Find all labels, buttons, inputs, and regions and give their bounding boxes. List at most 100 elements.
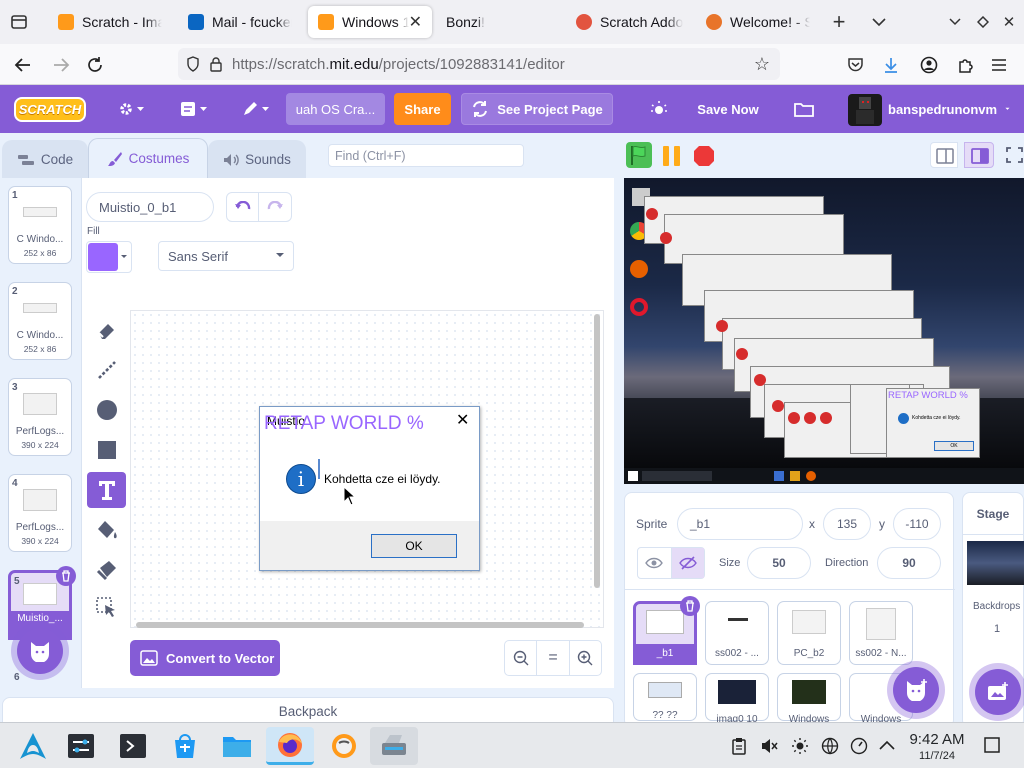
show-eye-icon[interactable] bbox=[638, 548, 671, 578]
canvas-horizontal-scrollbar[interactable] bbox=[136, 622, 584, 628]
close-window-icon[interactable]: ✕ bbox=[996, 9, 1022, 35]
undo-button[interactable] bbox=[227, 193, 260, 221]
text-tool-selected[interactable] bbox=[87, 472, 126, 508]
system-tray-chevron-up-icon[interactable] bbox=[878, 739, 896, 751]
back-arrow-icon[interactable] bbox=[10, 52, 36, 78]
reload-icon[interactable] bbox=[82, 52, 108, 78]
close-tab-icon[interactable]: ✕ bbox=[409, 12, 422, 32]
sprite-name-input[interactable]: _b1 bbox=[677, 508, 803, 540]
disk-app-icon[interactable] bbox=[322, 727, 366, 765]
tab-scratch-image[interactable]: Scratch - Ima bbox=[48, 6, 172, 38]
sprite-tile[interactable]: Windows bbox=[777, 673, 841, 725]
scratch-logo[interactable]: SCRATCH bbox=[14, 97, 86, 122]
zoom-in-icon[interactable] bbox=[570, 641, 601, 675]
url-bar[interactable]: https://scratch. mit.edu/projects/1092883… bbox=[178, 48, 780, 80]
project-title-input[interactable]: uah OS Cra... bbox=[286, 93, 385, 125]
file-manager-icon[interactable] bbox=[218, 727, 256, 765]
bookmark-star-icon[interactable]: ☆ bbox=[754, 54, 770, 75]
list-all-tabs-icon[interactable] bbox=[6, 9, 32, 35]
fullscreen-icon[interactable] bbox=[1004, 144, 1024, 166]
file-menu-icon[interactable] bbox=[174, 93, 212, 125]
edit-menu-icon[interactable] bbox=[236, 93, 274, 125]
stage-canvas[interactable]: RETAP WORLD % Kohdetta cze ei löydy. OK bbox=[624, 178, 1024, 484]
share-button[interactable]: Share bbox=[394, 93, 451, 125]
zoom-out-icon[interactable] bbox=[505, 641, 536, 675]
tab-scratch-addons[interactable]: Scratch Addo bbox=[566, 6, 694, 38]
scanner-app-icon[interactable] bbox=[370, 727, 418, 765]
convert-to-vector-button[interactable]: Convert to Vector bbox=[130, 640, 280, 676]
eraser-tool[interactable] bbox=[91, 314, 123, 346]
sprite-tile[interactable]: ss002 - ... bbox=[705, 601, 769, 665]
delete-sprite-button[interactable] bbox=[680, 596, 700, 616]
software-store-icon[interactable] bbox=[166, 727, 204, 765]
costume-item[interactable]: 1 C Windo... 252 x 86 bbox=[8, 186, 72, 264]
tab-bonzi[interactable]: Bonzi! bbox=[436, 6, 560, 38]
tab-windows-active[interactable]: Windows 1 ✕ bbox=[308, 6, 432, 38]
brightness-icon[interactable] bbox=[791, 737, 809, 755]
tab-overflow-chevron-icon[interactable] bbox=[866, 9, 892, 35]
new-tab-icon[interactable]: + bbox=[826, 9, 852, 35]
canvas-vertical-scrollbar[interactable] bbox=[594, 314, 600, 588]
save-now-button[interactable]: Save Now bbox=[692, 93, 764, 125]
clock-date[interactable]: 11/7/24 bbox=[904, 750, 970, 762]
maximize-window-icon[interactable] bbox=[970, 9, 996, 35]
tab-mail[interactable]: Mail - fcucker bbox=[178, 6, 302, 38]
downloads-icon[interactable] bbox=[878, 52, 904, 78]
sprite-tile[interactable]: imag0 10 bbox=[705, 673, 769, 725]
reshape-tool[interactable] bbox=[91, 554, 123, 586]
line-tool[interactable] bbox=[91, 354, 123, 386]
font-select[interactable]: Sans Serif bbox=[158, 241, 294, 271]
shield-icon[interactable] bbox=[186, 56, 200, 72]
rectangle-tool[interactable] bbox=[91, 434, 123, 466]
network-globe-icon[interactable] bbox=[821, 737, 839, 755]
clipboard-icon[interactable] bbox=[732, 737, 746, 755]
circle-tool[interactable] bbox=[91, 394, 123, 426]
y-input[interactable]: -110 bbox=[893, 508, 941, 540]
clock-time[interactable]: 9:42 AM bbox=[904, 731, 970, 748]
volume-muted-icon[interactable] bbox=[760, 737, 778, 755]
my-stuff-folder-icon[interactable] bbox=[786, 93, 822, 125]
delete-costume-button[interactable] bbox=[56, 566, 76, 586]
theme-lightbulb-icon[interactable] bbox=[642, 93, 676, 125]
sprite-tile[interactable]: PC_b2 bbox=[777, 601, 841, 665]
terminal-app-icon[interactable] bbox=[114, 727, 152, 765]
pocket-icon[interactable] bbox=[842, 52, 868, 78]
choose-backdrop-button[interactable] bbox=[975, 669, 1021, 715]
see-project-page-button[interactable]: See Project Page bbox=[461, 93, 613, 125]
settings-gear-icon[interactable] bbox=[112, 93, 150, 125]
tab-costumes[interactable]: Costumes bbox=[88, 138, 208, 178]
costume-item[interactable]: 4 PerfLogs... 390 x 224 bbox=[8, 474, 72, 552]
costume-item[interactable]: 2 C Windo... 252 x 86 bbox=[8, 282, 72, 360]
find-input[interactable]: Find (Ctrl+F) bbox=[328, 144, 524, 167]
forward-arrow-icon[interactable] bbox=[48, 52, 74, 78]
direction-input[interactable]: 90 bbox=[877, 547, 941, 579]
minimize-window-icon[interactable] bbox=[942, 9, 968, 35]
costume-dialog-artwork[interactable]: Muistio RETAP WORLD % ✕ i Kohdetta cze e… bbox=[259, 406, 480, 571]
size-input[interactable]: 50 bbox=[747, 547, 811, 579]
choose-costume-button[interactable] bbox=[17, 628, 63, 674]
pause-button[interactable] bbox=[660, 144, 684, 168]
avatar[interactable] bbox=[848, 94, 882, 126]
tab-code[interactable]: Code bbox=[2, 140, 88, 178]
green-flag-button[interactable] bbox=[626, 142, 652, 168]
costume-name-input[interactable]: Muistio_0_b1 bbox=[86, 192, 214, 222]
account-menu[interactable]: banspedrunonvm bbox=[888, 93, 1010, 125]
lock-icon[interactable] bbox=[210, 56, 222, 72]
select-tool[interactable] bbox=[91, 592, 123, 624]
redo-button[interactable] bbox=[259, 193, 291, 221]
small-stage-button[interactable] bbox=[930, 142, 958, 168]
sprite-tile[interactable]: ss002 - N... bbox=[849, 601, 913, 665]
extensions-puzzle-icon[interactable] bbox=[952, 52, 978, 78]
backpack-header[interactable]: Backpack bbox=[2, 697, 614, 725]
fill-color-picker[interactable] bbox=[86, 241, 132, 273]
sprite-tile[interactable]: ?? ?? bbox=[633, 673, 697, 721]
arch-launcher-icon[interactable] bbox=[14, 727, 52, 765]
costume-item[interactable]: 3 PerfLogs... 390 x 224 bbox=[8, 378, 72, 456]
tab-sounds[interactable]: Sounds bbox=[208, 140, 306, 178]
choose-sprite-button[interactable] bbox=[893, 667, 939, 713]
stop-button[interactable] bbox=[692, 144, 716, 168]
zoom-reset-icon[interactable]: = bbox=[536, 641, 570, 675]
hamburger-menu-icon[interactable] bbox=[986, 52, 1012, 78]
tab-welcome[interactable]: Welcome! - S bbox=[696, 6, 820, 38]
stage-target-panel[interactable]: Stage Backdrops 1 bbox=[962, 492, 1024, 728]
